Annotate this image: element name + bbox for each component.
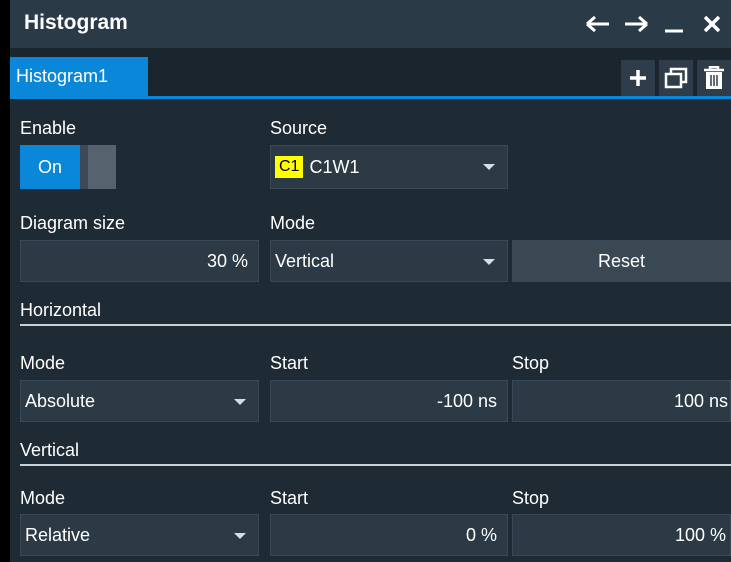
horizontal-heading: Horizontal <box>20 300 102 320</box>
section-divider <box>20 324 731 326</box>
section-divider <box>20 464 731 466</box>
source-label: Source <box>270 118 328 138</box>
toggle-on-state: On <box>20 145 80 189</box>
minimize-icon[interactable] <box>655 0 693 48</box>
horizontal-start-label: Start <box>270 353 309 373</box>
add-icon[interactable] <box>621 60 655 96</box>
horizontal-stop-field[interactable]: 100 ns <box>512 380 731 422</box>
mode-value: Vertical <box>275 250 335 271</box>
title-bar: Histogram <box>10 0 731 48</box>
chevron-down-icon <box>234 399 246 405</box>
vertical-start-field[interactable]: 0 % <box>270 514 508 556</box>
enable-toggle[interactable]: On <box>20 145 116 189</box>
horizontal-mode-label: Mode <box>20 353 66 373</box>
vertical-stop-field[interactable]: 100 % <box>512 514 731 556</box>
horizontal-start-field[interactable]: -100 ns <box>270 380 508 422</box>
horizontal-mode-select[interactable]: Absolute <box>20 380 259 422</box>
histogram-dialog: Histogram Histogram1 Enable On Source C1… <box>10 0 731 562</box>
chevron-down-icon <box>483 259 495 265</box>
mode-select[interactable]: Vertical <box>270 240 508 282</box>
tab-underline <box>10 96 731 99</box>
toggle-knob <box>88 145 116 189</box>
close-icon[interactable] <box>693 0 731 48</box>
tab-histogram1[interactable]: Histogram1 <box>10 57 148 96</box>
reset-button[interactable]: Reset <box>512 240 731 282</box>
channel-badge: C1 <box>275 156 304 178</box>
source-value: C1W1 <box>309 156 360 177</box>
delete-icon[interactable] <box>697 60 731 96</box>
chevron-down-icon <box>234 533 246 539</box>
diagram-size-field[interactable]: 30 % <box>20 240 259 282</box>
horizontal-mode-value: Absolute <box>25 390 96 411</box>
vertical-mode-label: Mode <box>20 488 66 508</box>
mode-label: Mode <box>270 213 316 233</box>
vertical-mode-value: Relative <box>25 524 91 545</box>
vertical-start-label: Start <box>270 488 309 508</box>
chevron-down-icon <box>483 164 495 170</box>
forward-arrow-icon[interactable] <box>617 0 655 48</box>
diagram-size-label: Diagram size <box>20 213 126 233</box>
back-arrow-icon[interactable] <box>579 0 617 48</box>
enable-label: Enable <box>20 118 77 138</box>
vertical-heading: Vertical <box>20 440 80 460</box>
horizontal-stop-label: Stop <box>512 353 550 373</box>
vertical-stop-label: Stop <box>512 488 550 508</box>
dialog-title: Histogram <box>24 11 128 34</box>
window-icon[interactable] <box>659 60 693 96</box>
source-select[interactable]: C1 C1W1 <box>270 145 508 189</box>
vertical-mode-select[interactable]: Relative <box>20 514 259 556</box>
